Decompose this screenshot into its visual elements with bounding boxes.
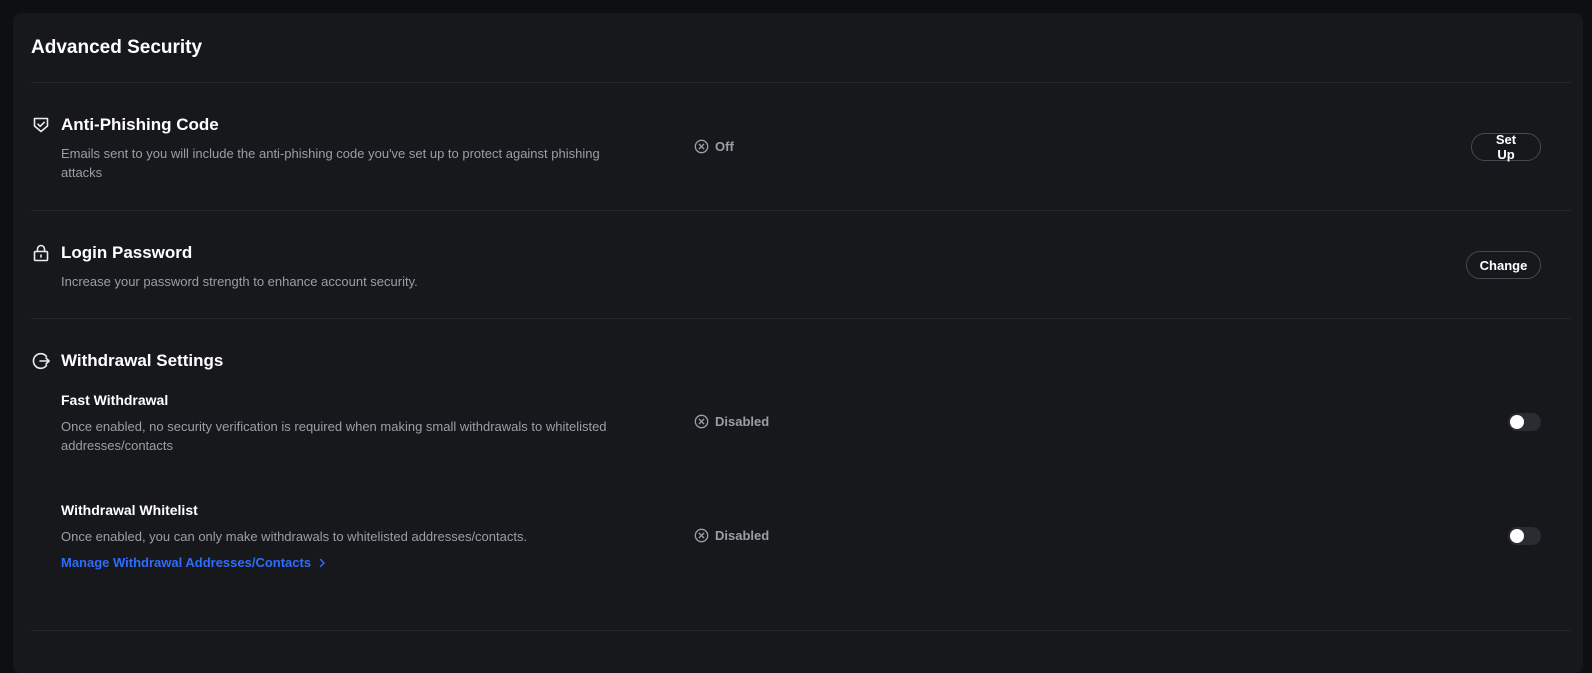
withdrawal-whitelist-title: Withdrawal Whitelist — [61, 502, 198, 518]
fast-withdrawal-status: Disabled — [694, 414, 769, 429]
manage-withdrawal-addresses-label: Manage Withdrawal Addresses/Contacts — [61, 555, 312, 570]
chevron-right-icon — [319, 558, 325, 567]
fast-withdrawal-status-label: Disabled — [715, 414, 770, 429]
divider — [31, 318, 1571, 319]
login-password-description: Increase your password strength to enhan… — [61, 274, 418, 289]
logout-arrow-icon — [31, 351, 51, 371]
withdrawal-whitelist-status-label: Disabled — [715, 528, 770, 543]
page-title: Advanced Security — [31, 37, 203, 58]
change-password-button[interactable]: Change — [1466, 251, 1541, 279]
anti-phishing-description: Emails sent to you will include the anti… — [61, 146, 600, 180]
divider — [31, 630, 1571, 631]
lock-icon — [31, 243, 51, 263]
circle-x-icon — [694, 139, 709, 154]
manage-withdrawal-addresses-link[interactable]: Manage Withdrawal Addresses/Contacts — [61, 555, 327, 570]
circle-x-icon — [694, 414, 709, 429]
withdrawal-whitelist-status: Disabled — [694, 528, 769, 543]
withdrawal-whitelist-description: Once enabled, you can only make withdraw… — [61, 529, 528, 544]
withdrawal-whitelist-toggle[interactable] — [1508, 527, 1541, 545]
toggle-knob — [1510, 415, 1524, 429]
circle-x-icon — [694, 528, 709, 543]
login-password-title: Login Password — [61, 243, 193, 262]
toggle-knob — [1510, 529, 1524, 543]
fast-withdrawal-toggle[interactable] — [1508, 413, 1541, 431]
anti-phishing-title: Anti-Phishing Code — [61, 115, 219, 134]
withdrawal-settings-title: Withdrawal Settings — [61, 351, 224, 370]
anti-phishing-status-label: Off — [715, 139, 734, 154]
set-up-button[interactable]: Set Up — [1471, 132, 1541, 162]
advanced-security-card: Advanced Security Anti-Phishing Code Ema… — [13, 13, 1583, 673]
divider — [31, 82, 1571, 83]
divider — [31, 210, 1571, 211]
anti-phishing-status: Off — [694, 139, 734, 154]
shield-check-icon — [31, 115, 51, 135]
fast-withdrawal-title: Fast Withdrawal — [61, 392, 169, 408]
fast-withdrawal-description: Once enabled, no security verification i… — [61, 419, 607, 453]
